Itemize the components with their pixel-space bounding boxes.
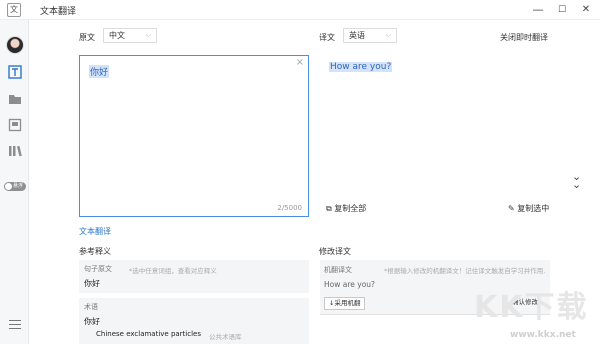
copy-selected-label: 复制选中 (517, 204, 550, 213)
watermark-big-text: KK下载 (474, 290, 589, 325)
toggle-label: 悬浮 (13, 183, 24, 189)
toggle-knob (5, 183, 12, 190)
maximize-button[interactable]: ☐ (552, 2, 572, 18)
sentence-label: 句子原文 (84, 265, 112, 273)
text-translate-icon[interactable] (7, 64, 23, 80)
term-source: 公共术语库 (209, 333, 242, 341)
chevron-down-icon: ⌵ (385, 31, 391, 39)
modify-title: 修改译文 (319, 247, 351, 256)
source-language-value: 中文 (109, 31, 125, 40)
copy-selected-button[interactable]: ✎ 复制选中 (508, 203, 549, 214)
source-text-area[interactable]: 你好 × 2/5000 (79, 55, 309, 217)
expand-chevron-icon[interactable]: ⌄ ⌄ (572, 171, 581, 190)
float-toggle[interactable]: 悬浮 (4, 182, 26, 191)
source-label: 原文 (79, 33, 95, 42)
sentence-hint: *选中任意词组，查看对应释义 (129, 267, 217, 275)
target-label: 译文 (319, 33, 335, 42)
target-language-select[interactable]: 英语 ⌵ (343, 28, 397, 43)
app-icon: 文 (7, 3, 21, 17)
clear-icon[interactable]: × (296, 57, 304, 68)
watermark-url: www.kkx.net (510, 330, 576, 340)
target-language-value: 英语 (349, 31, 365, 40)
minimize-button[interactable]: — (528, 2, 548, 18)
edit-icon: ✎ (508, 204, 515, 213)
app-window: 文 文本翻译 — ☐ ✕ 悬浮 原文 中文 ⌵ 译文 英语 ⌵ 关闭即时翻译 你… (0, 0, 600, 344)
mt-label: 机翻译文 (324, 266, 352, 274)
copy-all-button[interactable]: ⧉ 复制全部 (326, 203, 366, 214)
term-value: 你好 (84, 317, 100, 326)
chevron-down-icon: ⌵ (145, 31, 151, 39)
term-translation: Chinese exclamative particles (96, 330, 201, 338)
watermark-logo: KK下载 www.kkx.net (466, 282, 596, 344)
avatar[interactable] (6, 36, 24, 54)
window-title: 文本翻译 (40, 7, 77, 17)
close-button[interactable]: ✕ (576, 2, 596, 18)
copy-all-label: 复制全部 (334, 204, 367, 213)
term-label: 术语 (84, 303, 98, 311)
term-card: 术语 你好 Chinese exclamative particles 公共术语… (79, 298, 309, 344)
library-icon[interactable] (7, 143, 23, 159)
sentence-value: 你好 (84, 279, 100, 288)
close-realtime-translate[interactable]: 关闭即时翻译 (500, 32, 548, 43)
char-counter: 2/5000 (277, 204, 302, 212)
reference-title: 参考释义 (79, 247, 111, 256)
sentence-card: 句子原文 *选中任意词组，查看对应释义 你好 (79, 260, 309, 293)
folder-icon[interactable] (7, 91, 23, 107)
mt-value: How are you? (324, 280, 376, 289)
mt-hint: *根据输入修改的机翻译文！记住译文触发自学习并作用... (384, 267, 546, 275)
sidebar: 悬浮 (0, 20, 29, 344)
title-bar: 文 文本翻译 — ☐ ✕ (0, 0, 600, 20)
copy-icon: ⧉ (326, 204, 332, 213)
target-text[interactable]: How are you? (329, 62, 393, 72)
source-text[interactable]: 你好 (89, 65, 110, 78)
image-translate-icon[interactable] (7, 117, 23, 133)
source-language-select[interactable]: 中文 ⌵ (103, 28, 157, 43)
adopt-machine-translation-button[interactable]: ↓采用机翻 (324, 297, 366, 310)
menu-icon[interactable] (9, 320, 21, 329)
text-translate-link[interactable]: 文本翻译 (79, 226, 111, 237)
